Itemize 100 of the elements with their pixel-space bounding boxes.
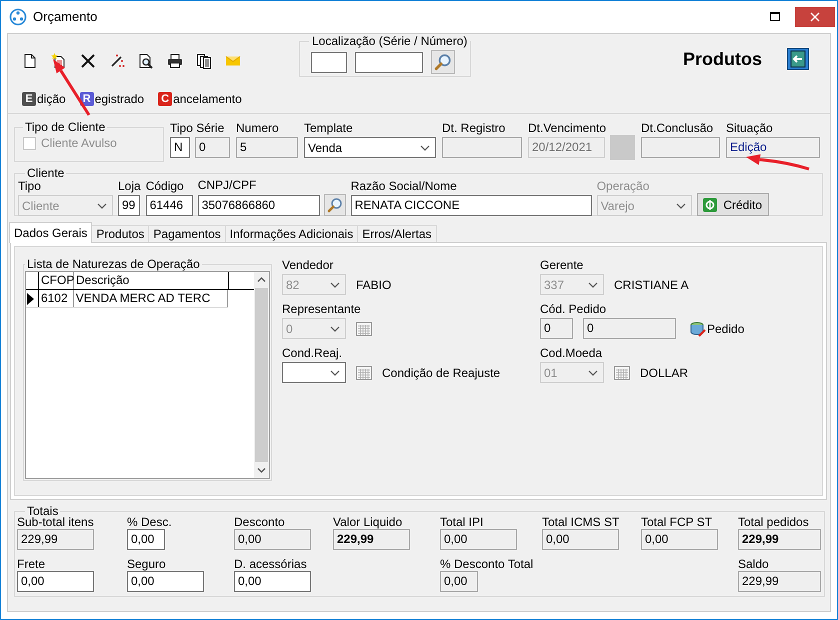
text-field[interactable]: Edição	[726, 137, 820, 158]
status-option[interactable]: E dição	[22, 92, 66, 106]
letter-badge: C	[158, 92, 172, 106]
amount-field[interactable]: 0,00	[127, 571, 204, 592]
letter-badge: E	[22, 92, 36, 106]
color-swatch[interactable]	[610, 135, 635, 160]
field-label: Valor Liquido	[333, 515, 404, 529]
amount-field[interactable]: 229,99	[17, 529, 94, 550]
printer-icon[interactable]	[167, 53, 183, 69]
field-label: CNPJ/CPF	[198, 178, 258, 192]
amount-field[interactable]: 229,99	[738, 571, 821, 592]
group-title: Lista de Naturezas de Operação	[26, 257, 201, 271]
heading: Produtos	[683, 48, 762, 70]
field-label: Loja	[118, 179, 141, 193]
field-label: Cod.Moeda	[540, 346, 604, 360]
amount-field[interactable]: 0,00	[440, 529, 517, 550]
amount-field[interactable]: 229,99	[333, 529, 410, 550]
amount-field[interactable]: 0,00	[234, 529, 311, 550]
field-label: Total FCP ST	[641, 515, 714, 529]
text-field[interactable]: 0	[540, 318, 573, 339]
amount-field[interactable]: 0,00	[641, 529, 718, 550]
table-cell: VENDA MERC AD TERC	[74, 290, 228, 307]
credit-button[interactable]: Crédito	[696, 193, 769, 216]
letter-badge: R	[80, 92, 94, 106]
text-field[interactable]: 35076866860	[198, 194, 320, 216]
amount-field[interactable]: 0,00	[17, 571, 94, 592]
field-label: Total IPI	[440, 515, 484, 529]
status-option[interactable]: C ancelamento	[158, 92, 242, 106]
table-icon[interactable]	[356, 322, 372, 336]
field-label: Tipo	[18, 179, 42, 193]
copy-icon[interactable]	[196, 53, 212, 69]
tab[interactable]: Dados Gerais	[9, 222, 92, 243]
text-field[interactable]: RENATA CICCONE	[350, 195, 592, 216]
dropdown[interactable]: Venda	[304, 137, 436, 158]
field-value: Condição de Reajuste	[382, 366, 500, 380]
chevron-icon	[420, 144, 430, 150]
field-value: CRISTIANE A	[614, 278, 689, 292]
chevron-icon	[330, 370, 340, 376]
amount-field[interactable]: 0,00	[542, 529, 619, 550]
field-label: Vendedor	[282, 258, 334, 272]
series-field[interactable]	[311, 52, 347, 72]
search-icon	[326, 197, 343, 213]
field-label: Dt.Vencimento	[528, 121, 608, 135]
tab[interactable]: Pagamentos	[148, 225, 226, 242]
cross-icon[interactable]	[80, 53, 96, 69]
group-title: Tipo de Cliente	[24, 120, 106, 134]
field-label: Dt. Registro	[442, 121, 506, 135]
table-icon[interactable]	[614, 366, 630, 380]
field-label: Código	[146, 179, 185, 193]
tab[interactable]: Informações Adicionais	[224, 225, 358, 242]
text-field[interactable]: 99	[118, 195, 140, 216]
field-label: D. acessórias	[234, 557, 308, 571]
column-header[interactable]: Descrição	[74, 272, 229, 289]
text-field[interactable]	[641, 137, 720, 158]
chevron-icon	[330, 282, 340, 288]
field-label: Frete	[17, 557, 46, 571]
tab[interactable]: Erros/Alertas	[357, 225, 437, 242]
chevron-icon	[588, 370, 598, 376]
amount-field[interactable]: 0,00	[234, 571, 311, 592]
chevron-icon	[330, 326, 340, 332]
field-label: Dt.Conclusão	[641, 121, 714, 135]
field-label: Saldo	[738, 557, 770, 571]
window-title: Orçamento	[33, 9, 98, 24]
amount-field[interactable]: 0,00	[440, 571, 478, 592]
text-field[interactable]: 0	[195, 137, 230, 158]
chevron-icon	[97, 202, 107, 208]
field-label: Numero	[236, 121, 280, 135]
table-icon[interactable]	[356, 366, 372, 380]
text-field[interactable]: 0	[583, 318, 676, 339]
document-magnifier-icon[interactable]	[138, 53, 154, 69]
text-field[interactable]: N	[170, 137, 190, 158]
field-value: DOLLAR	[640, 366, 688, 380]
field-label: Tipo Série	[170, 121, 226, 135]
scrollbar[interactable]	[254, 272, 269, 478]
document-icon[interactable]	[22, 53, 38, 69]
wand-icon[interactable]	[109, 53, 125, 69]
status-option[interactable]: R egistrado	[80, 92, 144, 106]
text-field[interactable]: 61446	[146, 195, 193, 216]
close-icon	[810, 12, 820, 22]
field-label: Situação	[726, 121, 774, 135]
field-label: % Desc.	[127, 515, 173, 529]
search-button[interactable]	[431, 50, 455, 74]
field-value: FABIO	[356, 278, 392, 292]
chevron-icon	[588, 282, 598, 288]
field-label: Sub-total itens	[17, 515, 95, 529]
search-icon	[434, 53, 452, 71]
search-button[interactable]	[324, 194, 346, 216]
text-field[interactable]: 5	[236, 137, 298, 158]
column-header[interactable]: CFOP	[39, 272, 74, 289]
amount-field[interactable]: 0,00	[127, 529, 165, 550]
close-button[interactable]	[795, 6, 835, 26]
exit-icon[interactable]	[787, 48, 809, 70]
field-label: Template	[304, 121, 354, 135]
order-button[interactable]: Pedido	[690, 320, 744, 336]
number-field[interactable]	[355, 52, 423, 72]
amount-field[interactable]: 229,99	[738, 529, 821, 550]
text-field[interactable]	[442, 137, 522, 158]
dropdown[interactable]	[282, 362, 346, 383]
field-label: Cód. Pedido	[540, 302, 608, 316]
field-label: Cond.Reaj.	[282, 346, 344, 360]
